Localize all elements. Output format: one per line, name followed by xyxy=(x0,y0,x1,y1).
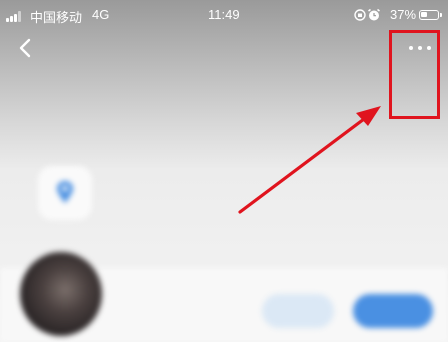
avatar[interactable] xyxy=(20,252,102,336)
highlight-box xyxy=(389,30,440,119)
status-time: 11:49 xyxy=(208,7,240,22)
alarm-icon xyxy=(368,8,380,21)
battery-percent: 37% xyxy=(390,7,417,22)
location-pin-icon xyxy=(57,181,73,203)
location-card[interactable] xyxy=(38,166,92,220)
network-type: 4G xyxy=(92,7,110,22)
status-bar: 中国移动 4G 11:49 37% xyxy=(0,0,448,30)
back-button[interactable] xyxy=(14,36,38,60)
secondary-action-button[interactable] xyxy=(262,294,334,328)
status-icons xyxy=(354,8,380,21)
chevron-left-icon xyxy=(19,38,31,58)
primary-action-button[interactable] xyxy=(353,294,433,328)
app-screen: 中国移动 4G 11:49 37% xyxy=(0,0,448,342)
battery-icon xyxy=(419,10,442,20)
signal-icon xyxy=(6,11,24,22)
orientation-lock-icon xyxy=(354,9,366,21)
carrier-label: 中国移动 xyxy=(30,10,83,25)
